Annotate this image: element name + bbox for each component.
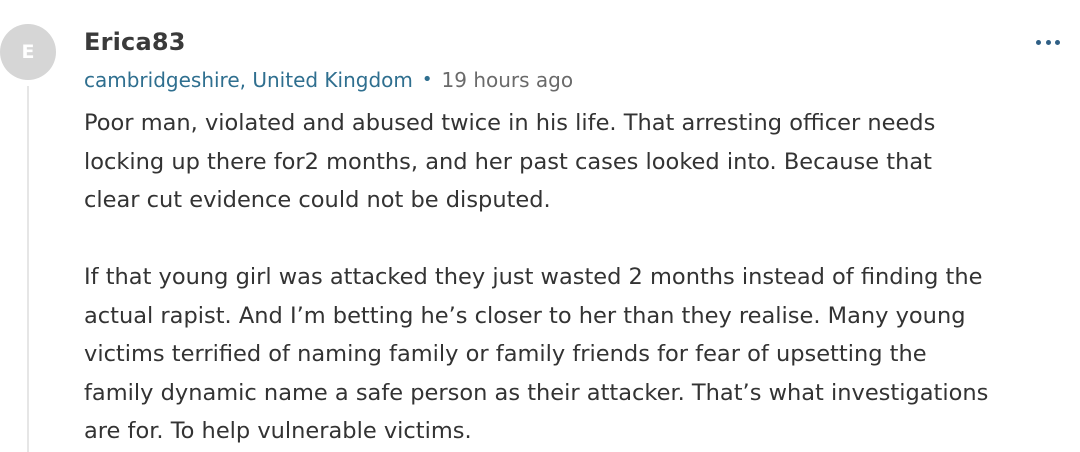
comment-card: E Erica83 cambridgeshire, United Kingdom… [0, 0, 1080, 452]
more-options-button[interactable] [1036, 30, 1060, 54]
comment-line: If that young girl was attacked they jus… [84, 264, 983, 290]
comment-line: victims terrified of naming family or fa… [84, 341, 927, 367]
timestamp: 19 hours ago [441, 68, 574, 92]
more-horizontal-icon [1036, 39, 1041, 45]
comment-line: family dynamic name a safe person as the… [84, 379, 989, 406]
thread-line [27, 86, 29, 452]
comment-line: locking up there for2 months, and her pa… [84, 148, 932, 175]
username[interactable]: Erica83 [84, 28, 186, 56]
comment-line: clear cut evidence could not be disputed… [84, 187, 551, 213]
comment-line: are for. To help vulnerable victims. [84, 418, 472, 444]
meta-separator: • [421, 69, 433, 90]
comment-line: Poor man, violated and abused twice in h… [84, 110, 936, 136]
more-horizontal-icon-dot [1045, 39, 1051, 45]
more-horizontal-icon-dot [1055, 39, 1060, 45]
user-location[interactable]: cambridgeshire, United Kingdom [84, 68, 413, 92]
comment-line: actual rapist. And I’m betting he’s clos… [84, 302, 966, 329]
avatar-initial: E [21, 41, 35, 63]
avatar[interactable]: E [0, 24, 56, 80]
comment-meta: cambridgeshire, United Kingdom • 19 hours … [84, 68, 573, 92]
comment-body: Poor man, violated and abused twice in h… [84, 104, 1069, 451]
